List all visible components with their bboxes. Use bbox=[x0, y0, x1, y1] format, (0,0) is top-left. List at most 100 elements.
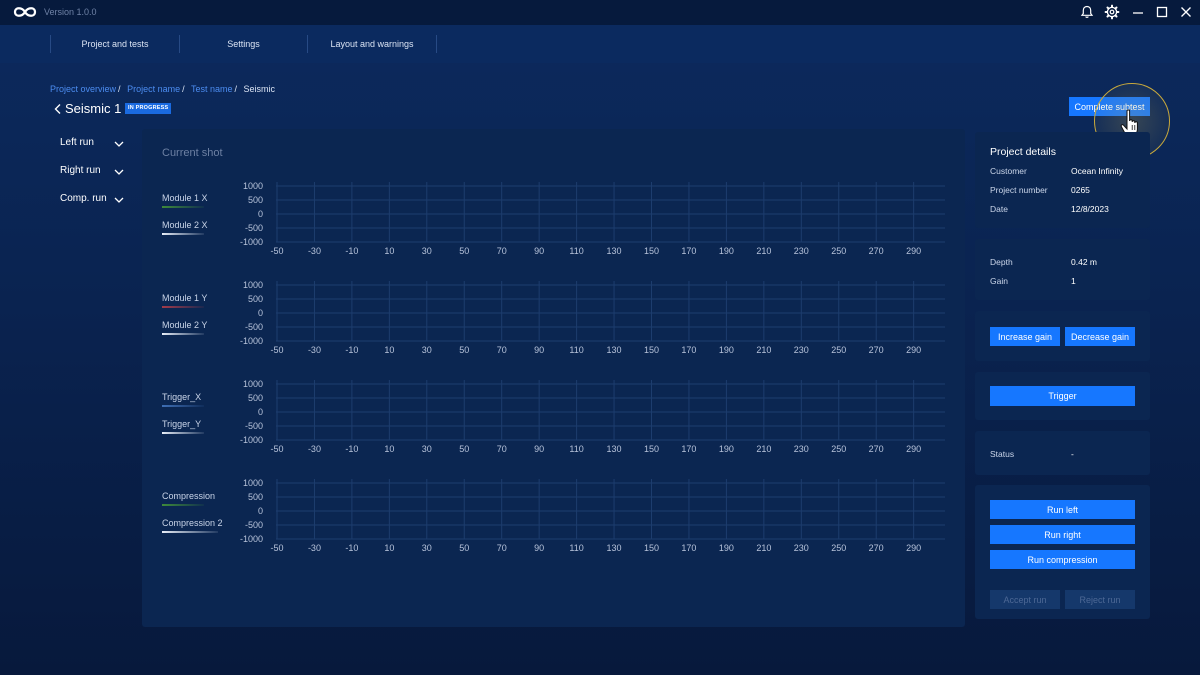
y-tick-label: -1000 bbox=[240, 534, 263, 544]
y-tick-label: 1000 bbox=[243, 181, 263, 191]
x-tick-label: 90 bbox=[534, 543, 544, 553]
reject-run-button[interactable]: Reject run bbox=[1065, 590, 1135, 609]
breadcrumb-project-name[interactable]: Project name bbox=[127, 84, 180, 94]
run-compression-button[interactable]: Run compression bbox=[990, 550, 1135, 569]
parameters-card bbox=[975, 239, 1150, 300]
legend-trigger-x: Trigger_X bbox=[162, 392, 202, 402]
nav-divider bbox=[436, 35, 437, 53]
y-tick-label: 500 bbox=[248, 294, 263, 304]
legend-module-2-x: Module 2 X bbox=[162, 220, 208, 230]
left-run-dropdown[interactable]: Left run bbox=[60, 137, 128, 153]
maximize-icon[interactable] bbox=[1154, 4, 1170, 20]
x-tick-label: 270 bbox=[869, 543, 884, 553]
x-tick-label: -10 bbox=[345, 345, 358, 355]
comp-run-label: Comp. run bbox=[60, 193, 107, 204]
y-tick-label: -1000 bbox=[240, 237, 263, 247]
status-label: Status bbox=[990, 449, 1015, 459]
increase-gain-button[interactable]: Increase gain bbox=[990, 327, 1060, 346]
x-tick-label: -30 bbox=[308, 543, 321, 553]
right-run-dropdown[interactable]: Right run bbox=[60, 165, 128, 181]
project-number-label: Project number bbox=[990, 185, 1048, 195]
x-tick-label: 210 bbox=[756, 246, 771, 256]
chevron-down-icon bbox=[114, 169, 124, 175]
x-tick-label: 150 bbox=[644, 345, 659, 355]
legend-trigger-y: Trigger_Y bbox=[162, 419, 202, 429]
x-tick-label: 70 bbox=[497, 246, 507, 256]
x-tick-label: 10 bbox=[384, 345, 394, 355]
x-tick-label: 190 bbox=[719, 345, 734, 355]
x-tick-label: 50 bbox=[459, 444, 469, 454]
x-tick-label: 230 bbox=[794, 543, 809, 553]
x-tick-label: 30 bbox=[422, 246, 432, 256]
x-tick-label: 210 bbox=[756, 543, 771, 553]
back-arrow-icon[interactable] bbox=[51, 102, 65, 116]
x-tick-label: 270 bbox=[869, 444, 884, 454]
comp-run-dropdown[interactable]: Comp. run bbox=[60, 193, 128, 209]
y-tick-label: -1000 bbox=[240, 435, 263, 445]
x-tick-label: 130 bbox=[607, 543, 622, 553]
x-tick-label: -30 bbox=[308, 246, 321, 256]
x-tick-label: 250 bbox=[831, 543, 846, 553]
y-tick-label: 1000 bbox=[243, 478, 263, 488]
chevron-down-icon bbox=[114, 141, 124, 147]
x-tick-label: 130 bbox=[607, 246, 622, 256]
x-tick-label: 70 bbox=[497, 543, 507, 553]
legend-swatch bbox=[162, 504, 204, 506]
x-tick-label: 130 bbox=[607, 345, 622, 355]
x-tick-label: 110 bbox=[569, 543, 583, 553]
legend-module-1-y: Module 1 Y bbox=[162, 293, 208, 303]
y-tick-label: 0 bbox=[258, 506, 263, 516]
gear-icon[interactable] bbox=[1104, 4, 1120, 20]
y-tick-label: 0 bbox=[258, 308, 263, 318]
x-tick-label: 250 bbox=[831, 345, 846, 355]
project-details-title: Project details bbox=[990, 146, 1056, 158]
gain-value: 1 bbox=[1071, 276, 1076, 286]
x-tick-label: -30 bbox=[308, 345, 321, 355]
x-tick-label: 150 bbox=[644, 543, 659, 553]
tab-project-and-tests[interactable]: Project and tests bbox=[51, 34, 179, 54]
x-tick-label: 170 bbox=[681, 444, 696, 454]
x-tick-label: 170 bbox=[681, 246, 696, 256]
x-tick-label: 290 bbox=[906, 444, 921, 454]
depth-value: 0.42 m bbox=[1071, 257, 1097, 267]
legend-compression: Compression bbox=[162, 491, 216, 501]
x-tick-label: 290 bbox=[906, 246, 921, 256]
x-tick-label: 270 bbox=[869, 246, 884, 256]
x-tick-label: 30 bbox=[422, 543, 432, 553]
close-icon[interactable] bbox=[1178, 4, 1194, 20]
app-version: Version 1.0.0 bbox=[44, 7, 97, 17]
left-run-label: Left run bbox=[60, 137, 94, 148]
x-tick-label: 110 bbox=[569, 246, 583, 256]
chevron-down-icon bbox=[114, 197, 124, 203]
breadcrumb-test-name[interactable]: Test name bbox=[191, 84, 233, 94]
y-tick-label: 500 bbox=[248, 195, 263, 205]
x-tick-label: 50 bbox=[459, 246, 469, 256]
accept-run-button[interactable]: Accept run bbox=[990, 590, 1060, 609]
x-tick-label: -10 bbox=[345, 246, 358, 256]
x-tick-label: -10 bbox=[345, 444, 358, 454]
trigger-button[interactable]: Trigger bbox=[990, 386, 1135, 406]
y-tick-label: -500 bbox=[245, 421, 263, 431]
y-tick-label: 500 bbox=[248, 492, 263, 502]
x-tick-label: 30 bbox=[422, 444, 432, 454]
y-tick-label: -1000 bbox=[240, 336, 263, 346]
x-tick-label: 90 bbox=[534, 345, 544, 355]
x-tick-label: 230 bbox=[794, 246, 809, 256]
x-tick-label: 150 bbox=[644, 444, 659, 454]
tab-layout-and-warnings[interactable]: Layout and warnings bbox=[308, 34, 436, 54]
x-tick-label: 210 bbox=[756, 345, 771, 355]
bell-icon[interactable] bbox=[1079, 4, 1095, 20]
x-tick-label: 190 bbox=[719, 246, 734, 256]
tab-settings[interactable]: Settings bbox=[180, 34, 307, 54]
title-bar: Version 1.0.0 bbox=[0, 0, 1200, 25]
breadcrumb-project-overview[interactable]: Project overview bbox=[50, 84, 116, 94]
legend-swatch bbox=[162, 531, 218, 533]
breadcrumb-current: Seismic bbox=[243, 84, 276, 94]
y-tick-label: 1000 bbox=[243, 280, 263, 290]
x-tick-label: 130 bbox=[607, 444, 622, 454]
run-left-button[interactable]: Run left bbox=[990, 500, 1135, 519]
decrease-gain-button[interactable]: Decrease gain bbox=[1065, 327, 1135, 346]
minimize-icon[interactable] bbox=[1130, 4, 1146, 20]
customer-label: Customer bbox=[990, 166, 1027, 176]
run-right-button[interactable]: Run right bbox=[990, 525, 1135, 544]
